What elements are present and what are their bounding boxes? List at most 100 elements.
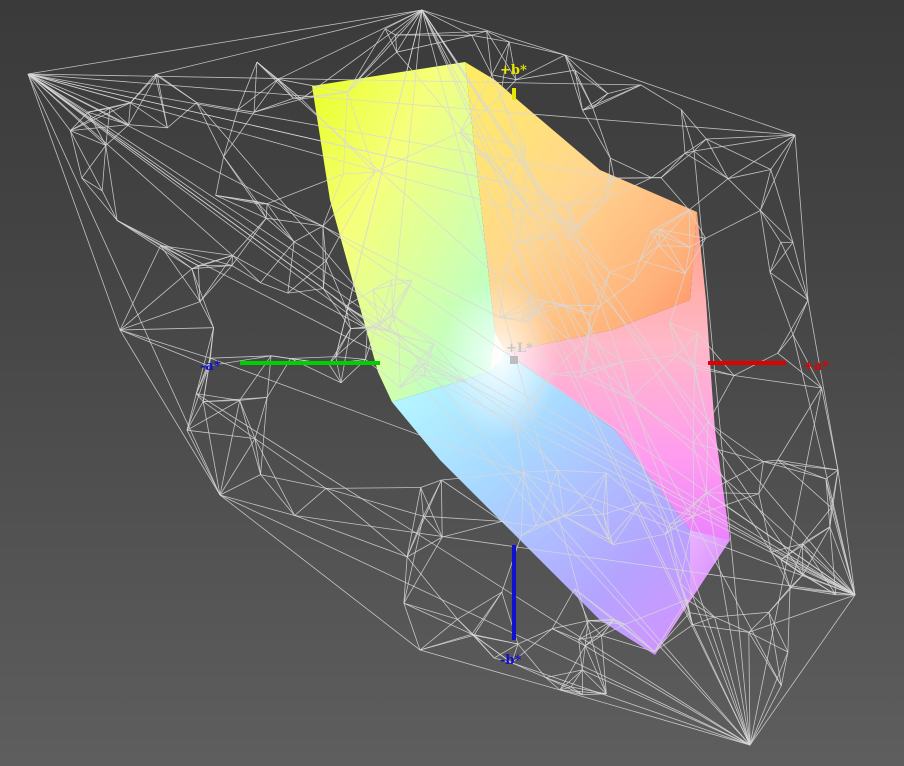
wireframe-edge	[763, 459, 778, 462]
wireframe-edge	[232, 255, 261, 283]
axis-label-plus-a: +a*	[803, 359, 829, 374]
wireframe-edge	[119, 327, 214, 331]
wireframe-edge	[254, 438, 295, 516]
wireframe-edge	[199, 255, 233, 302]
wireframe-edge	[749, 685, 782, 746]
wireframe-edge	[749, 387, 822, 746]
axis-l-marker	[510, 356, 518, 364]
wireframe-edge	[777, 387, 822, 461]
wireframe-edge	[294, 515, 408, 558]
wireframe-edge	[186, 365, 210, 431]
wireframe-edge	[680, 109, 707, 140]
wireframe-edge	[167, 102, 197, 129]
wireframe-edge	[705, 210, 761, 239]
wireframe-edge	[769, 272, 794, 335]
wireframe-edge	[777, 459, 832, 508]
wireframe-edge	[406, 487, 422, 557]
wireframe-edge	[154, 74, 168, 128]
wireframe-edge	[501, 535, 522, 593]
wireframe-edge	[660, 150, 695, 179]
wireframe-edge	[186, 430, 221, 496]
wireframe-edge	[199, 301, 214, 328]
wireframe-edge	[821, 387, 839, 471]
axis-label-plus-l: +L*	[506, 341, 533, 356]
wireframe-edge	[69, 130, 103, 191]
wireframe-edge	[406, 479, 442, 558]
wireframe-edge	[760, 169, 772, 211]
wireframe-edge	[770, 134, 796, 170]
wireframe-edge	[116, 220, 199, 266]
wireframe-edge	[457, 618, 475, 636]
wireframe-edge	[277, 9, 423, 80]
wireframe-edge	[406, 556, 458, 620]
wireframe-edge	[223, 156, 260, 205]
wireframe-edge	[265, 203, 268, 219]
wireframe-edge	[253, 97, 294, 113]
wireframe-edge	[155, 9, 423, 75]
wireframe-edge	[780, 651, 789, 686]
wireframe-edge	[420, 487, 443, 538]
wireframe-edge	[574, 69, 608, 94]
wireframe-edge	[777, 334, 794, 354]
wireframe-edge	[545, 677, 583, 696]
wireframe-edge	[287, 241, 295, 294]
wireframe-edge	[290, 356, 336, 359]
wireframe-edge	[614, 177, 662, 179]
wireframe-edge	[419, 618, 458, 651]
wireframe-edge	[684, 152, 729, 180]
wireframe-edge	[406, 536, 443, 558]
wireframe-edge	[119, 329, 211, 359]
wireframe-edge	[186, 393, 197, 431]
wireframe-edge	[403, 603, 421, 651]
wireframe-edge	[223, 109, 239, 157]
wireframe-edge	[769, 242, 794, 273]
wireframe-edge	[584, 645, 751, 746]
wireframe-edge	[582, 669, 751, 746]
wireframe-edge	[610, 157, 652, 178]
wireframe-edge	[684, 138, 707, 154]
wireframe-edge	[693, 150, 729, 180]
wireframe-edge	[253, 98, 302, 113]
wireframe-edge	[421, 9, 472, 36]
wireframe-edge	[154, 74, 197, 103]
wireframe-edge	[81, 145, 107, 179]
wireframe-edge	[517, 628, 553, 645]
wireframe-edge	[322, 288, 351, 329]
wireframe-edge	[777, 459, 827, 480]
wireframe-edge	[203, 397, 268, 402]
wireframe-edge	[196, 102, 238, 111]
wireframe-edge	[688, 178, 729, 211]
wireframe-edge	[335, 327, 368, 357]
wireframe-edge	[581, 669, 584, 695]
wireframe-edge	[253, 62, 258, 113]
wireframe-edge	[266, 203, 324, 227]
wireframe-edge	[582, 84, 642, 111]
wireframe-edge	[651, 152, 686, 178]
wireframe-edge	[748, 594, 856, 633]
wireframe-edge	[768, 612, 789, 653]
wireframe-edge	[119, 245, 161, 331]
wireframe-edge	[293, 225, 324, 243]
wireframe-edge	[116, 220, 193, 270]
wireframe-edge	[442, 521, 503, 538]
wireframe-edge	[769, 242, 782, 273]
wireframe-edge	[128, 124, 168, 129]
wireframe-edge	[231, 217, 267, 266]
wireframe-edge	[727, 178, 761, 211]
wireframe-edge	[325, 488, 408, 558]
wireframe-edge	[471, 34, 510, 43]
wireframe-edge	[787, 587, 791, 653]
wireframe-edge	[403, 602, 473, 635]
wireframe-edge	[253, 78, 279, 113]
wireframe-edge	[419, 634, 475, 651]
axis-label-minus-a: -a*	[200, 359, 221, 374]
wireframe-edge	[760, 210, 771, 273]
gamut-3d-view: +b* -a* +a* -b* +L*	[27, 9, 856, 746]
wireframe-edge	[232, 217, 267, 256]
wireframe-edge	[457, 591, 503, 620]
wireframe-edge	[215, 156, 224, 196]
wireframe-edge	[403, 602, 458, 620]
axis-label-minus-b: -b*	[500, 653, 521, 668]
wireframe-edge	[322, 260, 327, 289]
wireframe-edge	[27, 73, 221, 496]
